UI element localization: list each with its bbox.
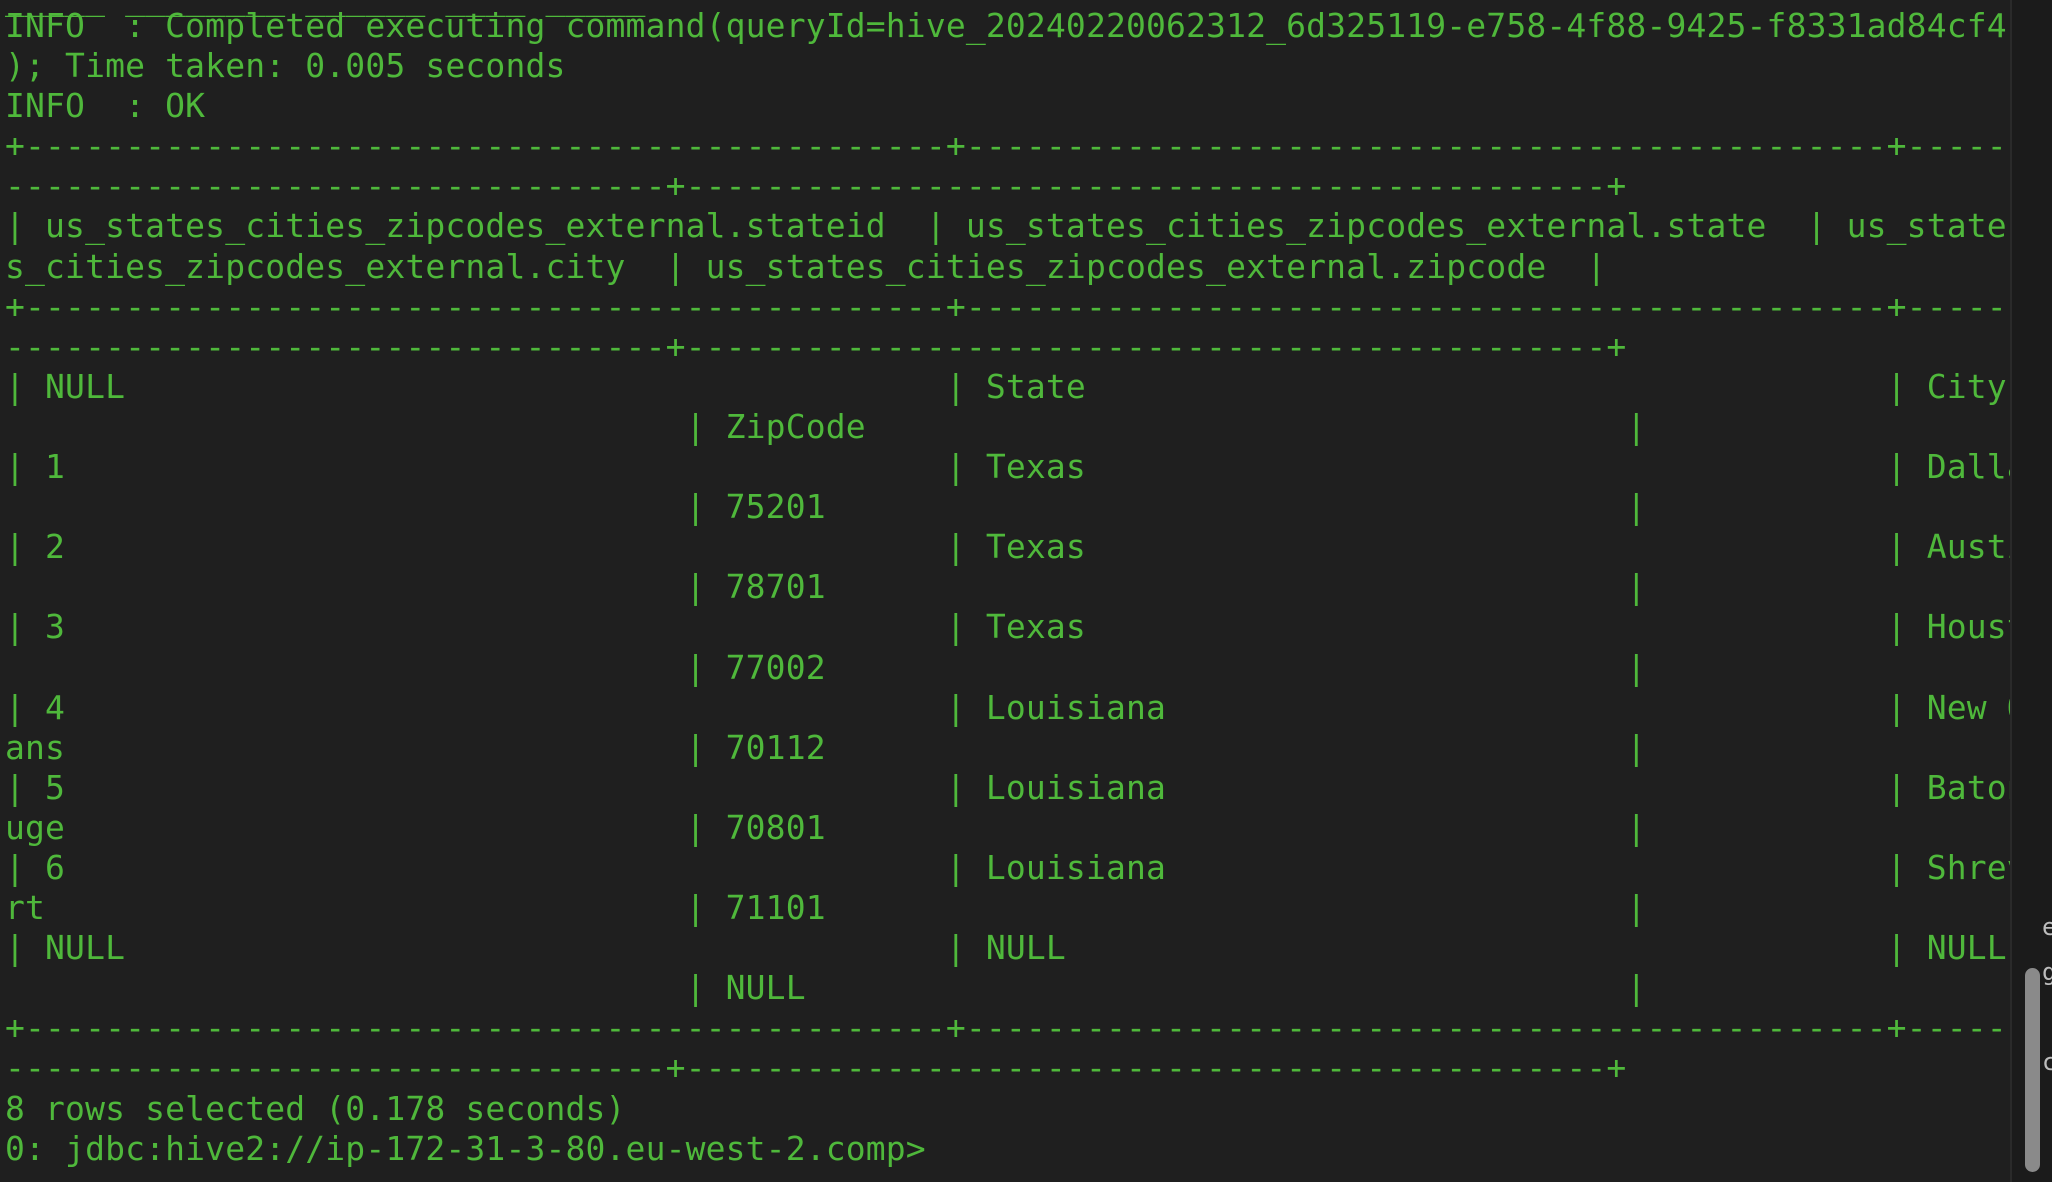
terminal-window[interactable]: _____ ________ ______ ____ _____INFO : C… [0, 0, 2010, 1182]
table-border-bottom-wrap: ---------------------------------+------… [5, 1048, 1627, 1088]
table-border-bottom: +---------------------------------------… [5, 1008, 2010, 1048]
table-row: | 6 | Louisiana | Shrevepo [5, 847, 2010, 887]
table-header-row: | us_states_cities_zipcodes_external.sta… [5, 206, 2007, 246]
table-row: | 5 | Louisiana | Baton Ro [5, 767, 2010, 807]
table-border-top-wrap: ---------------------------------+------… [5, 166, 1627, 206]
adjacent-window-edge-text: e g c [2042, 913, 2052, 1076]
table-border-header-wrap: ---------------------------------+------… [5, 326, 1627, 366]
table-row: | 1 | Texas | Dallas [5, 447, 2010, 487]
terminal-output: _____ ________ ______ ____ _____INFO : C… [5, 0, 2010, 1169]
info-ok-line: INFO : OK [5, 86, 206, 126]
table-row: | NULL | NULL | NULL [5, 928, 2007, 968]
table-row-wrap: rt | 71101 | [5, 888, 1647, 928]
table-row-wrap: | NULL | [5, 968, 1647, 1008]
table-border-header: +---------------------------------------… [5, 286, 2010, 326]
time-taken-line: ); Time taken: 0.005 seconds [5, 46, 566, 86]
table-border-top: +---------------------------------------… [5, 126, 2010, 166]
table-header-row-wrap: s_cities_zipcodes_external.city | us_sta… [5, 246, 1607, 286]
rows-selected-line: 8 rows selected (0.178 seconds) [5, 1088, 626, 1128]
table-row-wrap: | 75201 | [5, 487, 1647, 527]
table-row: | NULL | State | City [5, 366, 2007, 406]
scrollbar-thumb[interactable] [2025, 968, 2040, 1172]
terminal-line-clipped: _____ ________ ______ ____ _____ [5, 0, 646, 18]
table-row: | 2 | Texas | Austin [5, 527, 2010, 567]
table-row: | 4 | Louisiana | New Orle [5, 687, 2010, 727]
command-prompt[interactable]: 0: jdbc:hive2://ip-172-31-3-80.eu-west-2… [5, 1129, 2010, 1169]
table-row: | 3 | Texas | Houston [5, 607, 2010, 647]
table-row-wrap: | 77002 | [5, 647, 1647, 687]
table-row-wrap: ans | 70112 | [5, 727, 1647, 767]
table-row-wrap: uge | 70801 | [5, 807, 1647, 847]
table-row-wrap: | ZipCode | [5, 406, 1647, 446]
table-row-wrap: | 78701 | [5, 567, 1647, 607]
